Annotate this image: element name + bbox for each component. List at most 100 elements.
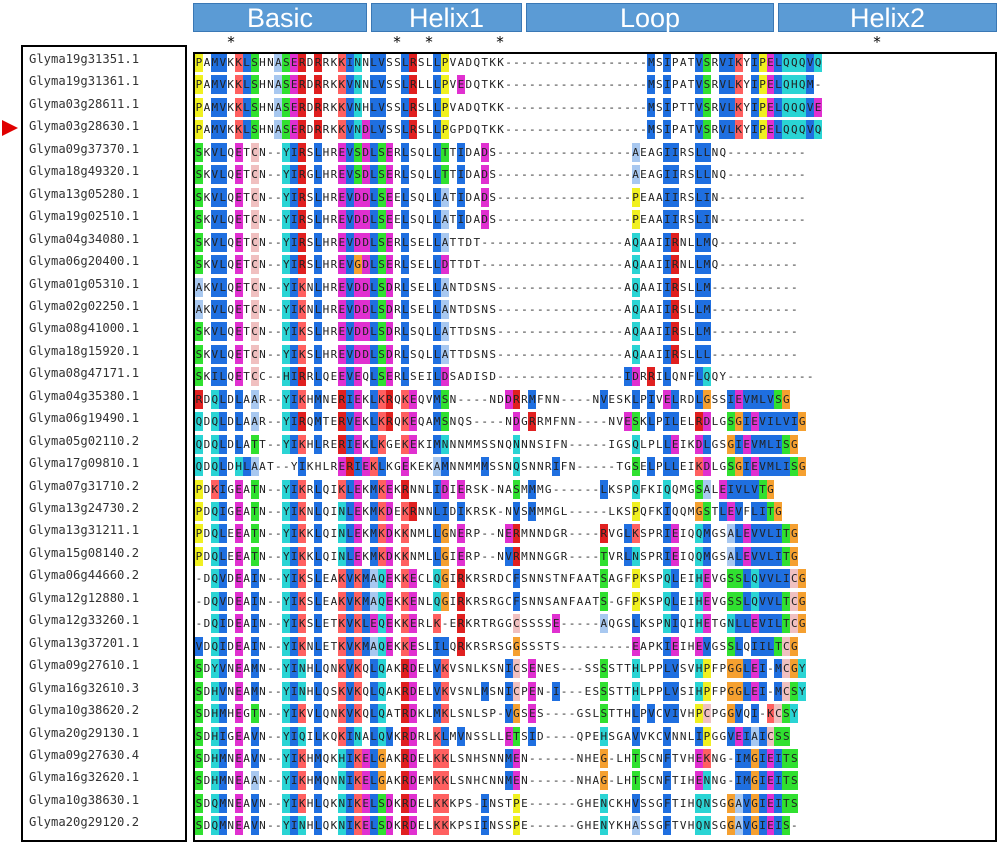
residue: E [640,190,647,204]
residue: - [521,145,528,159]
residue: E [409,389,418,409]
residue: L [631,614,640,634]
residue: R [409,75,418,95]
residue: P [648,437,655,451]
residue: L [242,120,251,140]
residue: T [457,347,465,361]
residue: - [576,549,584,563]
residue: N [409,482,417,496]
residue: E [322,594,330,608]
residue: - [513,190,520,204]
residue: M [544,505,552,518]
residue: N [259,639,266,653]
residue: G [790,659,799,679]
residue: - [735,302,743,316]
residue: Q [631,344,640,364]
residue: G [497,594,504,608]
residue: L [774,614,783,634]
residue: A [656,190,663,204]
residue: S [195,187,203,207]
residue: I [774,771,783,791]
sequence-id: Glyma09g37370.1 [29,141,140,156]
residue: P [703,726,711,746]
residue: - [544,145,552,159]
residue: K [497,123,504,137]
residue: Q [663,479,672,499]
residue: - [521,56,528,69]
residue: S [790,793,799,813]
residue: L [242,457,251,477]
residue: N [497,437,504,451]
residue: - [267,235,274,249]
residue: S [648,796,655,810]
residue: - [505,145,512,159]
residue: V [377,54,386,72]
residue: N [337,546,346,566]
residue: P [584,729,592,743]
residue: A [648,347,655,361]
sequence-id: Glyma13g37201.1 [29,635,140,650]
residue: K [465,594,473,608]
residue: Q [631,277,640,297]
alignment-row: -DQIDEAIN--YIKSLETKVKLEQEKKERLK-ERKRTRGG… [195,614,807,634]
residue: T [624,662,631,676]
residue: - [473,796,481,810]
residue: L [766,636,775,656]
residue: I [290,277,299,297]
residue: L [734,524,743,544]
residue: N [259,235,266,249]
residue: Q [394,415,401,429]
residue: K [362,527,369,541]
residue: S [377,187,386,207]
residue: - [783,145,790,159]
residue: Y [282,726,291,746]
residue: N [259,325,266,339]
residue: N [536,527,544,541]
residue: R [401,748,410,768]
residue: T [449,190,457,204]
residue: H [234,457,243,477]
residue: E [353,502,362,521]
residue: R [417,729,425,743]
residue: L [742,659,751,679]
alignment-row: SDYVNEAMN--YINHLQNKVKQLQAKRDELVKVSNLKSNI… [195,659,807,679]
residue: L [687,258,695,272]
residue: I [250,591,259,611]
residue: I [552,457,561,477]
residue: C [250,187,259,207]
residue: Y [282,591,291,611]
residue: P [648,639,655,653]
residue: E [417,370,425,384]
residue: E [234,748,243,768]
residue: L [401,232,410,252]
sequence-id: Glyma06g19490.1 [29,411,140,426]
residue: D [465,213,473,227]
residue: N [337,524,346,544]
residue: I [345,793,354,813]
residue: - [275,213,282,227]
residue: N [679,729,687,743]
residue: M [806,75,815,95]
residue: L [401,344,410,364]
residue: K [377,389,386,409]
residue: R [401,726,410,746]
alignment-row: SKVLQETCN--YIRSLHREVDDLSEELSQLLATIDADS--… [195,210,806,230]
residue: L [369,816,378,836]
residue: Q [417,415,425,429]
residue: I [608,437,616,451]
residue: - [505,280,512,294]
residue: G [711,729,719,743]
residue: Q [473,56,481,69]
residue: - [584,505,592,518]
residue: - [624,168,631,182]
residue: R [298,142,307,162]
residue: Q [306,415,314,429]
residue: G [750,816,759,836]
residue: E [592,751,600,765]
residue: L [631,389,640,409]
residue: E [234,614,243,634]
residue: A [441,210,449,230]
residue: - [616,145,623,159]
residue: L [314,502,322,521]
residue: - [759,302,766,316]
